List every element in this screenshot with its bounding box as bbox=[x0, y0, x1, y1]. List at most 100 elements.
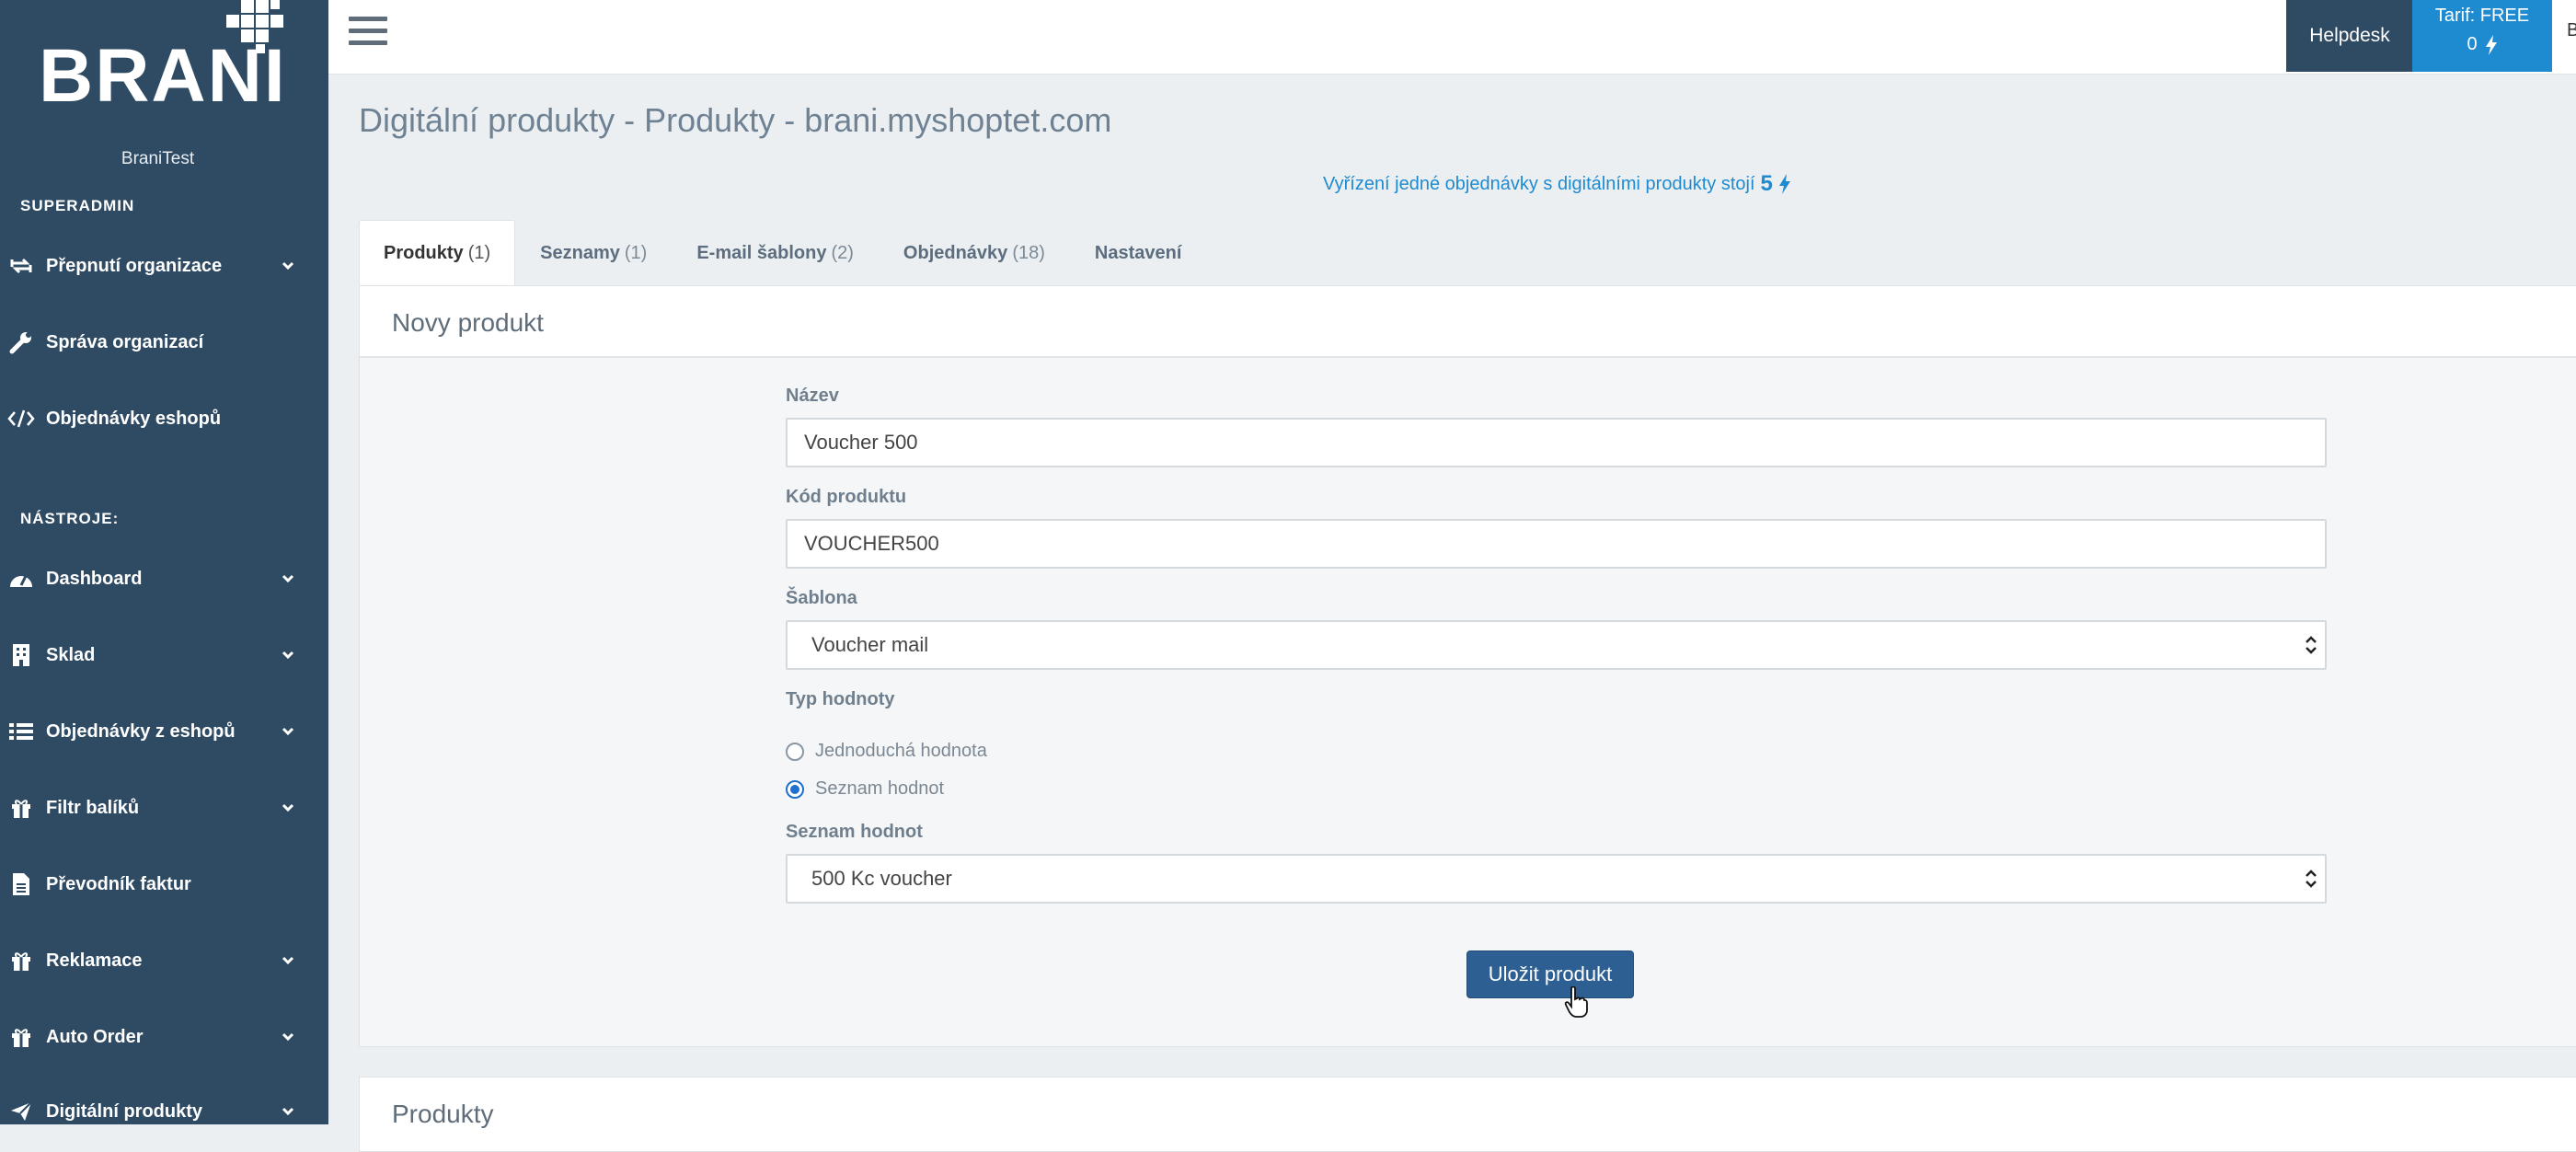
products-panel: Produkty bbox=[359, 1077, 2576, 1152]
sidebar-item-label: Objednávky eshopů bbox=[46, 408, 222, 429]
sidebar-item-label: Objednávky z eshopů bbox=[46, 720, 236, 742]
sidebar-item-switch-organization[interactable]: Přepnutí organizace bbox=[0, 237, 328, 294]
organization-name: BraniTest bbox=[121, 149, 195, 168]
sidebar-item-label: Převodník faktur bbox=[46, 873, 191, 894]
chevron-down-icon bbox=[279, 257, 297, 275]
tools-heading: NÁSTROJE: bbox=[20, 510, 120, 527]
tab-orders[interactable]: Objednávky (18) bbox=[879, 220, 1070, 285]
chevron-down-icon bbox=[279, 799, 297, 817]
name-label: Název bbox=[786, 386, 839, 406]
sidebar-item-label: Reklamace bbox=[46, 950, 143, 971]
sidebar-item-label: Správa organizací bbox=[46, 331, 204, 352]
helpdesk-button[interactable]: Helpdesk bbox=[2286, 0, 2413, 72]
sidebar-item-package-filter[interactable]: Filtr balíků bbox=[0, 779, 328, 836]
radio-button[interactable] bbox=[786, 779, 804, 799]
tab-count: (1) bbox=[467, 242, 491, 263]
tab-label: Produkty bbox=[384, 242, 464, 263]
tab-label: E-mail šablony bbox=[696, 242, 827, 263]
radio-simple-value[interactable]: Jednoduchá hodnota bbox=[786, 741, 987, 762]
wrench-icon bbox=[7, 328, 35, 356]
new-product-panel: Novy produkt Název Kód produktu Šablona … bbox=[359, 285, 2576, 1047]
template-selected-value: Voucher mail bbox=[811, 633, 929, 656]
building-icon bbox=[7, 641, 35, 669]
sidebar-item-label: Digitální produkty bbox=[46, 1100, 202, 1122]
sidebar-item-label: Sklad bbox=[46, 644, 96, 665]
sidebar: BRANI BraniTest SUPERADMIN Přepnutí orga… bbox=[0, 0, 328, 1124]
save-product-button[interactable]: Uložit produkt bbox=[1466, 950, 1634, 998]
tab-bar: Produkty (1) Seznamy (1) E-mail šablony (2)… bbox=[359, 220, 1206, 286]
tab-count: (2) bbox=[831, 242, 854, 263]
product-code-label: Kód produktu bbox=[786, 487, 907, 507]
lightning-icon bbox=[2485, 34, 2497, 55]
superadmin-heading: SUPERADMIN bbox=[20, 197, 135, 214]
template-label: Šablona bbox=[786, 588, 857, 608]
radio-button[interactable] bbox=[786, 742, 804, 761]
page-title: Digitální produkty - Produkty - brani.my… bbox=[359, 101, 1112, 139]
tab-lists[interactable]: Seznamy (1) bbox=[515, 220, 672, 285]
dashboard-icon bbox=[7, 565, 35, 593]
tarif-badge[interactable]: Tarif: FREE 0 bbox=[2412, 0, 2552, 72]
tab-products[interactable]: Produkty (1) bbox=[359, 220, 516, 285]
chevron-down-icon bbox=[279, 646, 297, 664]
value-type-label: Typ hodnoty bbox=[786, 689, 895, 709]
chevron-down-icon bbox=[279, 1028, 297, 1046]
sidebar-item-eshop-orders[interactable]: Objednávky z eshopů bbox=[0, 703, 328, 760]
logo: BRANI bbox=[39, 34, 287, 118]
tab-label: Seznamy bbox=[540, 242, 620, 263]
switch-icon bbox=[7, 252, 35, 280]
gift-icon bbox=[7, 794, 35, 822]
sidebar-item-eshop-orders-admin[interactable]: Objednávky eshopů bbox=[0, 390, 328, 447]
sidebar-item-digital-products[interactable]: Digitální produkty bbox=[0, 1083, 328, 1140]
sidebar-item-warehouse[interactable]: Sklad bbox=[0, 627, 328, 684]
chevron-updown-icon bbox=[2306, 636, 2317, 654]
gift-icon bbox=[7, 947, 35, 974]
chevron-down-icon bbox=[279, 722, 297, 741]
radio-value-list[interactable]: Seznam hodnot bbox=[786, 778, 944, 800]
tab-label: Nastavení bbox=[1094, 242, 1182, 263]
sidebar-item-manage-organizations[interactable]: Správa organizací bbox=[0, 314, 328, 371]
sidebar-item-label: Filtr balíků bbox=[46, 797, 140, 818]
tab-count: (1) bbox=[624, 242, 648, 263]
send-icon bbox=[7, 1098, 35, 1125]
sidebar-item-dashboard[interactable]: Dashboard bbox=[0, 550, 328, 607]
product-code-input[interactable] bbox=[786, 519, 2327, 569]
chevron-down-icon bbox=[279, 1102, 297, 1121]
value-list-select[interactable]: 500 Kc voucher bbox=[786, 854, 2327, 904]
lightning-icon bbox=[1778, 174, 1790, 194]
notice-value: 5 bbox=[1760, 171, 1773, 196]
products-panel-title: Produkty bbox=[392, 1100, 494, 1128]
name-input[interactable] bbox=[786, 418, 2327, 467]
code-icon bbox=[7, 405, 35, 432]
tab-label: Objednávky bbox=[903, 242, 1008, 263]
chevron-updown-icon bbox=[2306, 870, 2317, 888]
sidebar-item-label: Přepnutí organizace bbox=[46, 255, 223, 276]
notice-text: Vyřízení jedné objednávky s digitálními … bbox=[1323, 173, 1755, 194]
sidebar-item-auto-order[interactable]: Auto Order bbox=[0, 1008, 328, 1066]
tab-settings[interactable]: Nastavení bbox=[1070, 220, 1207, 285]
document-icon bbox=[7, 870, 35, 898]
value-list-selected-value: 500 Kc voucher bbox=[811, 867, 952, 890]
sidebar-item-invoice-converter[interactable]: Převodník faktur bbox=[0, 856, 328, 913]
pricing-notice: Vyřízení jedné objednávky s digitálními … bbox=[1323, 171, 1791, 197]
tab-count: (18) bbox=[1012, 242, 1045, 263]
chevron-down-icon bbox=[279, 570, 297, 588]
sidebar-item-label: Dashboard bbox=[46, 568, 143, 589]
radio-label: Jednoduchá hodnota bbox=[815, 741, 987, 761]
panel-header bbox=[360, 286, 2576, 358]
top-bar bbox=[328, 0, 2576, 75]
gift-icon bbox=[7, 1023, 35, 1051]
panel-title: Novy produkt bbox=[392, 308, 544, 337]
pointer-cursor-icon bbox=[1564, 986, 1588, 1018]
radio-label: Seznam hodnot bbox=[815, 778, 945, 799]
topbar-truncated-text: B bbox=[2567, 20, 2576, 40]
menu-toggle-icon[interactable] bbox=[349, 17, 387, 50]
sidebar-item-complaints[interactable]: Reklamace bbox=[0, 932, 328, 989]
list-icon bbox=[7, 718, 35, 745]
value-list-label: Seznam hodnot bbox=[786, 822, 923, 842]
credit-count: 0 bbox=[2467, 34, 2478, 54]
template-select[interactable]: Voucher mail bbox=[786, 620, 2327, 670]
tab-email-templates[interactable]: E-mail šablony (2) bbox=[672, 220, 879, 285]
chevron-down-icon bbox=[279, 951, 297, 970]
tarif-label: Tarif: FREE bbox=[2434, 6, 2530, 26]
sidebar-item-label: Auto Order bbox=[46, 1026, 144, 1047]
